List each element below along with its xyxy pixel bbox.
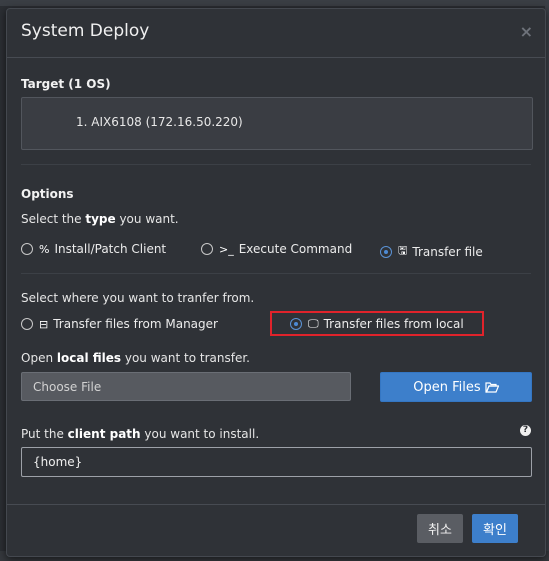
server-icon: ⊟ bbox=[39, 317, 49, 331]
source-prompt: Select where you want to tranfer from. bbox=[21, 291, 255, 305]
client-path-input[interactable]: {home} bbox=[21, 447, 532, 477]
floppy-disk-icon: 🖫 bbox=[398, 244, 408, 257]
local-files-prompt: Open local files you want to transfer. bbox=[21, 351, 250, 365]
help-icon[interactable]: ? bbox=[520, 425, 531, 436]
cancel-button[interactable]: 취소 bbox=[417, 514, 463, 543]
radio-transfer-from-local[interactable] bbox=[290, 318, 302, 330]
terminal-icon: >_ bbox=[219, 242, 234, 256]
type-option-label: Execute Command bbox=[238, 242, 353, 256]
type-option-install-patch[interactable]: % Install/Patch Client bbox=[21, 242, 166, 256]
source-option-local[interactable]: 🖵 Transfer files from local bbox=[290, 317, 464, 331]
divider bbox=[21, 273, 531, 274]
type-option-label: Transfer file bbox=[412, 244, 483, 259]
divider bbox=[21, 164, 531, 165]
target-list: 1. AIX6108 (172.16.50.220) bbox=[21, 97, 533, 150]
radio-install-patch[interactable] bbox=[21, 243, 33, 255]
source-option-label: Transfer files from Manager bbox=[53, 317, 218, 331]
radio-execute-command[interactable] bbox=[201, 243, 213, 255]
source-option-manager[interactable]: ⊟ Transfer files from Manager bbox=[21, 317, 218, 331]
type-option-transfer-file[interactable]: 🖫 Transfer file bbox=[380, 242, 483, 261]
target-item: 1. AIX6108 (172.16.50.220) bbox=[76, 115, 243, 129]
open-files-button[interactable]: Open Files bbox=[380, 372, 532, 402]
source-option-label: Transfer files from local bbox=[323, 317, 464, 331]
link-icon: % bbox=[39, 242, 50, 256]
folder-open-icon bbox=[485, 381, 499, 393]
choose-file-placeholder: Choose File bbox=[33, 380, 102, 394]
open-files-label: Open Files bbox=[413, 379, 481, 395]
desktop-icon: 🖵 bbox=[308, 317, 319, 330]
client-path-prompt: Put the client path you want to install. bbox=[21, 427, 260, 441]
type-option-label: Install/Patch Client bbox=[54, 242, 167, 256]
options-heading: Options bbox=[21, 187, 74, 201]
dialog-title: System Deploy bbox=[21, 21, 150, 41]
radio-transfer-from-manager[interactable] bbox=[21, 318, 33, 330]
type-option-execute-command[interactable]: >_ Execute Command bbox=[201, 242, 352, 256]
type-prompt: Select the type you want. bbox=[21, 212, 179, 226]
dialog-header: System Deploy × bbox=[7, 9, 545, 58]
confirm-button[interactable]: 확인 bbox=[472, 514, 518, 543]
background-app-strip bbox=[0, 0, 549, 6]
client-path-value: {home} bbox=[33, 455, 83, 469]
radio-transfer-file[interactable] bbox=[380, 245, 392, 258]
choose-file-input[interactable]: Choose File bbox=[21, 372, 351, 401]
target-heading: Target (1 OS) bbox=[21, 77, 111, 91]
system-deploy-dialog: System Deploy × Target (1 OS) 1. AIX6108… bbox=[6, 8, 546, 557]
close-icon[interactable]: × bbox=[520, 22, 533, 41]
footer-divider bbox=[7, 504, 545, 505]
